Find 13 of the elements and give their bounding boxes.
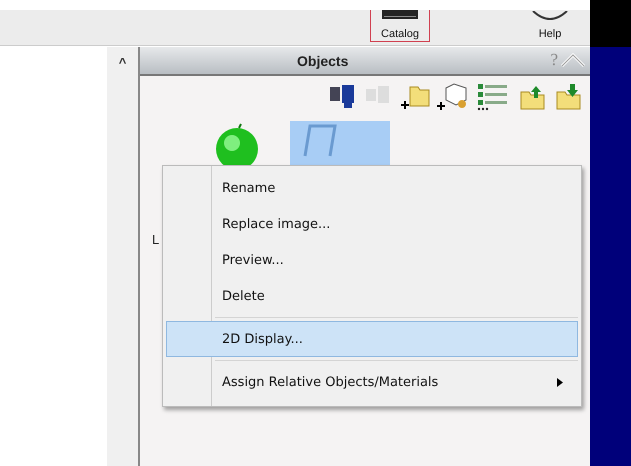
help-button[interactable]: Help	[520, 10, 580, 42]
menu-item[interactable]: Replace image...	[166, 206, 578, 242]
menu-item[interactable]: Preview...	[166, 242, 578, 278]
submenu-arrow-icon	[557, 378, 563, 386]
catalog-button[interactable]: Catalog	[370, 10, 430, 42]
menu-item[interactable]: Assign Relative Objects/Materials	[166, 364, 578, 400]
menu-item[interactable]: Delete	[166, 278, 578, 314]
collapse-button[interactable]: ^	[118, 47, 126, 67]
collapse-icon[interactable]	[560, 52, 586, 68]
panel-title: Objects	[297, 52, 348, 68]
menu-item[interactable]: Rename	[166, 170, 578, 206]
menu-item[interactable]: 2D Display...	[166, 321, 578, 357]
item-label: L	[152, 232, 160, 247]
